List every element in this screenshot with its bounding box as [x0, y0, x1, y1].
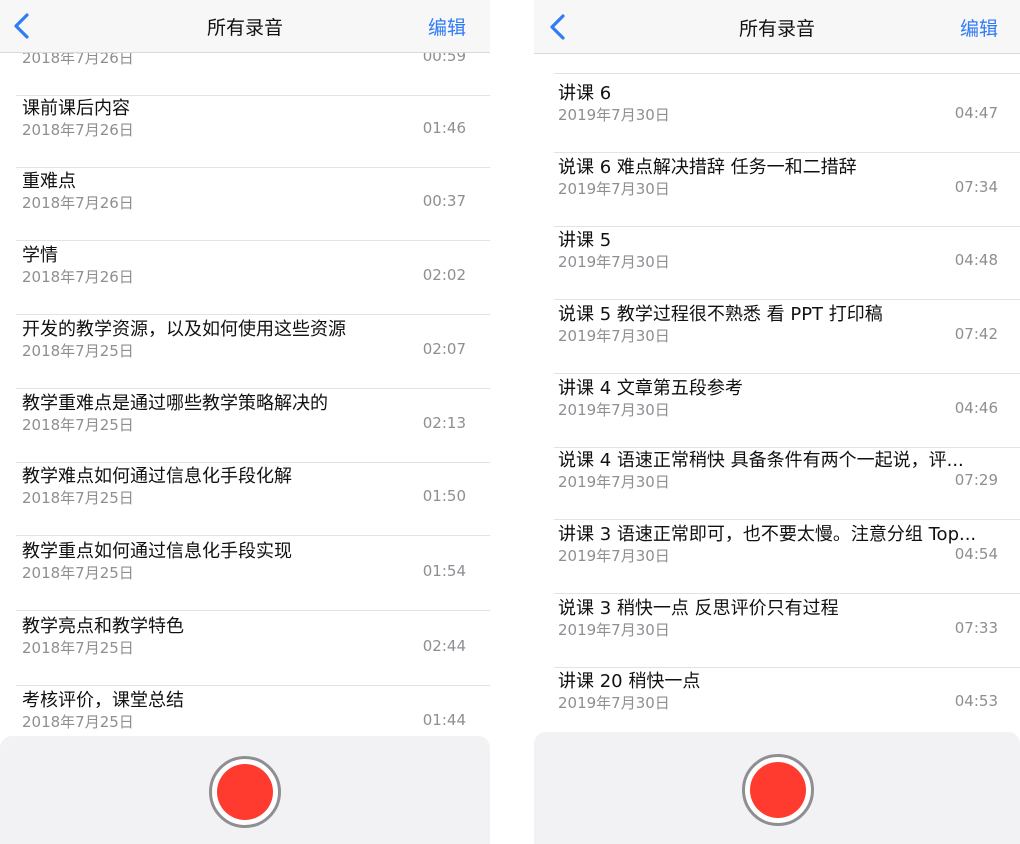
- recording-item[interactable]: 讲课 20 稍快一点 2019年7月30日 04:53: [534, 667, 1020, 741]
- recording-duration: 04:48: [954, 251, 998, 269]
- recording-duration: 07:34: [954, 178, 998, 196]
- recording-duration: 04:53: [954, 692, 998, 710]
- recording-title: 考核评价，课堂总结: [22, 690, 184, 711]
- recording-item[interactable]: 说课 4 语速正常稍快 具备条件有两个一起说，评... 2019年7月30日 0…: [534, 446, 1020, 520]
- recording-title: 重难点: [22, 171, 76, 192]
- edit-button[interactable]: 编辑: [960, 14, 998, 41]
- recording-duration: 04:54: [954, 545, 998, 563]
- chevron-left-icon: [550, 14, 565, 40]
- recording-item[interactable]: 讲课 6 2019年7月30日 04:47: [534, 79, 1020, 153]
- recording-duration: 01:46: [422, 119, 466, 137]
- edit-button[interactable]: 编辑: [428, 13, 466, 40]
- recording-item[interactable]: 开发的教学资源，以及如何使用这些资源 2018年7月25日 02:07: [0, 315, 490, 389]
- recording-date: 2018年7月25日: [22, 564, 134, 582]
- recording-item[interactable]: 讲课 5 2019年7月30日 04:48: [534, 226, 1020, 300]
- recording-item[interactable]: 教学亮点和教学特色 2018年7月25日 02:44: [0, 612, 490, 686]
- recording-date: 2018年7月26日: [22, 268, 134, 286]
- recording-duration: 01:54: [422, 562, 466, 580]
- recording-title: 讲课 4 文章第五段参考: [558, 378, 743, 399]
- recording-duration: 01:50: [422, 487, 466, 505]
- recording-date: 2019年7月30日: [558, 473, 670, 491]
- recording-duration: 07:33: [954, 619, 998, 637]
- page-title-text: 所有录音: [738, 18, 815, 40]
- back-button[interactable]: [12, 12, 32, 40]
- recording-date: 2019年7月30日: [558, 180, 670, 198]
- recording-title: 说课 3 稍快一点 反思评价只有过程: [558, 598, 839, 619]
- recording-title: 说课 6 难点解决措辞 任务一和二措辞: [558, 157, 857, 178]
- recording-date: 2018年7月26日: [22, 194, 134, 212]
- recording-date: 2018年7月26日: [22, 121, 134, 139]
- recording-date: 2019年7月30日: [558, 253, 670, 271]
- recording-item[interactable]: 说课 6 难点解决措辞 任务一和二措辞 2019年7月30日 07:34: [534, 153, 1020, 227]
- record-icon: [217, 764, 273, 820]
- navigation-bar: 所有录音 编辑: [0, 0, 490, 53]
- recording-title: 课前课后内容: [22, 98, 130, 119]
- recording-item[interactable]: 教学重难点是通过哪些教学策略解决的 2018年7月25日 02:13: [0, 389, 490, 463]
- recording-item[interactable]: 讲课 4 文章第五段参考 2019年7月30日 04:46: [534, 374, 1020, 448]
- recording-duration: 00:37: [422, 192, 466, 210]
- row-divider: [16, 535, 490, 536]
- page-title: 所有录音: [534, 14, 1020, 41]
- recording-date: 2018年7月25日: [22, 489, 134, 507]
- recording-item[interactable]: 重难点 2018年7月26日 00:37: [0, 167, 490, 241]
- page-title-text: 所有录音: [206, 17, 283, 39]
- recording-title: 说课 4 语速正常稍快 具备条件有两个一起说，评...: [558, 450, 964, 471]
- list-top-edge: [534, 62, 1020, 74]
- voice-memos-screen-right: 讲课 6 2019年7月30日 04:47 说课 6 难点解决措辞 任务一和二措…: [534, 0, 1020, 844]
- recording-item[interactable]: 课前课后内容 2018年7月26日 01:46: [0, 94, 490, 168]
- recording-duration: 02:44: [422, 637, 466, 655]
- recording-title: 教学重难点是通过哪些教学策略解决的: [22, 393, 328, 414]
- record-button[interactable]: [742, 754, 814, 826]
- recording-item[interactable]: 教学重点如何通过信息化手段实现 2018年7月25日 01:54: [0, 537, 490, 611]
- recording-duration: 02:13: [422, 414, 466, 432]
- recording-date: 2019年7月30日: [558, 547, 670, 565]
- recording-date: 2019年7月30日: [558, 401, 670, 419]
- recording-item[interactable]: 说课 3 稍快一点 反思评价只有过程 2019年7月30日 07:33: [534, 594, 1020, 668]
- recording-duration: 07:29: [954, 471, 998, 489]
- recording-date: 2019年7月30日: [558, 327, 670, 345]
- page-title: 所有录音: [0, 13, 490, 40]
- record-panel: [0, 736, 490, 844]
- recording-date: 2018年7月25日: [22, 416, 134, 434]
- voice-memos-screen-left: 2018年7月26日 00:59 课前课后内容 2018年7月26日 01:46…: [0, 0, 490, 844]
- recording-title: 学情: [22, 245, 58, 266]
- recording-item[interactable]: 学情 2018年7月26日 02:02: [0, 241, 490, 315]
- recording-date: 2019年7月30日: [558, 694, 670, 712]
- recording-title: 讲课 20 稍快一点: [558, 671, 701, 692]
- recording-title: 讲课 6: [558, 83, 612, 104]
- navigation-bar: 所有录音 编辑: [534, 0, 1020, 54]
- recording-title: 开发的教学资源，以及如何使用这些资源: [22, 319, 346, 340]
- recording-date: 2019年7月30日: [558, 621, 670, 639]
- row-divider: [16, 610, 490, 611]
- recording-item[interactable]: 教学难点如何通过信息化手段化解 2018年7月25日 01:50: [0, 462, 490, 536]
- recording-title: 教学亮点和教学特色: [22, 616, 184, 637]
- chevron-left-icon: [14, 13, 29, 39]
- recording-date: 2018年7月25日: [22, 342, 134, 360]
- recording-title: 教学难点如何通过信息化手段化解: [22, 466, 292, 487]
- recording-item[interactable]: 讲课 3 语速正常即可，也不要太慢。注意分组 Top... 2019年7月30日…: [534, 520, 1020, 594]
- record-button[interactable]: [209, 756, 281, 828]
- recording-date: 2019年7月30日: [558, 106, 670, 124]
- row-divider: [554, 73, 1020, 74]
- recording-date: 2018年7月25日: [22, 639, 134, 657]
- record-icon: [750, 762, 806, 818]
- recording-title: 讲课 5: [558, 230, 612, 251]
- back-button[interactable]: [548, 13, 568, 41]
- recording-title: 说课 5 教学过程很不熟悉 看 PPT 打印稿: [558, 304, 883, 325]
- recording-duration: 02:02: [422, 266, 466, 284]
- recording-title: 讲课 3 语速正常即可，也不要太慢。注意分组 Top...: [558, 524, 977, 545]
- recording-duration: 04:47: [954, 104, 998, 122]
- recording-date: 2018年7月25日: [22, 713, 134, 731]
- recording-duration: 01:44: [422, 711, 466, 729]
- recording-title: 教学重点如何通过信息化手段实现: [22, 541, 292, 562]
- recording-duration: 04:46: [954, 399, 998, 417]
- recording-item[interactable]: 说课 5 教学过程很不熟悉 看 PPT 打印稿 2019年7月30日 07:42: [534, 300, 1020, 374]
- record-panel: [534, 732, 1020, 844]
- recording-duration: 02:07: [422, 340, 466, 358]
- recording-duration: 07:42: [954, 325, 998, 343]
